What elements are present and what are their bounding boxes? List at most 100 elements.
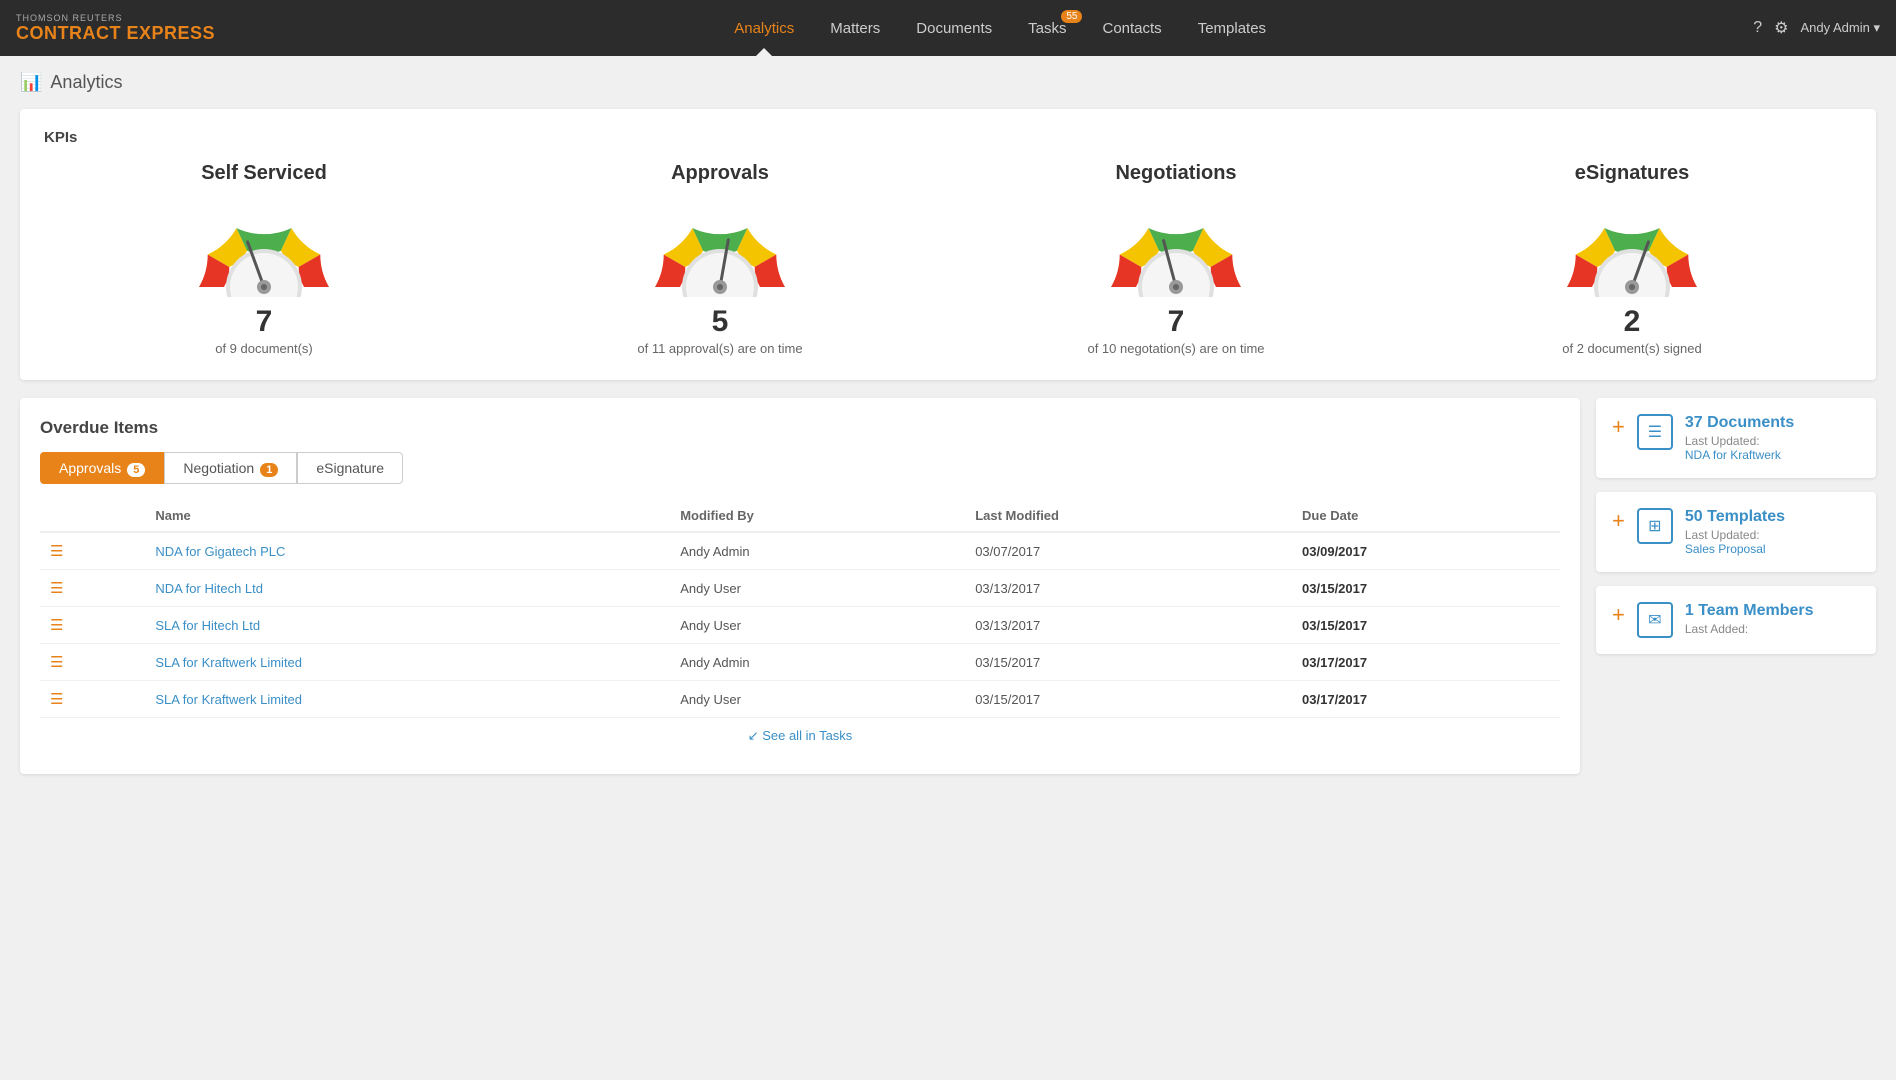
nav-link-contacts[interactable]: Contacts (1084, 0, 1179, 56)
kpi-value: 2 (1412, 305, 1852, 339)
kpi-card: KPIs Self Serviced 7 of 9 document(s) Ap… (20, 109, 1876, 380)
row-modified-by: Andy User (670, 570, 965, 607)
tab-bar: Approvals5Negotiation1eSignature (40, 452, 1560, 484)
row-last-modified: 03/13/2017 (965, 570, 1292, 607)
analytics-icon: 📊 (20, 72, 42, 93)
nav-link-templates[interactable]: Templates (1180, 0, 1284, 56)
row-icon: ☰ (40, 644, 145, 681)
kpi-value: 5 (500, 305, 940, 339)
kpi-item-2: Negotiations 7 of 10 negotation(s) are o… (956, 162, 1396, 356)
row-due-date: 03/09/2017 (1292, 532, 1560, 570)
doc-link[interactable]: SLA for Kraftwerk Limited (155, 692, 302, 707)
kpi-grid: Self Serviced 7 of 9 document(s) Approva… (44, 162, 1852, 356)
kpi-desc: of 2 document(s) signed (1412, 341, 1852, 356)
table-row: ☰ NDA for Hitech Ltd Andy User 03/13/201… (40, 570, 1560, 607)
overdue-title: Overdue Items (40, 418, 1560, 438)
page-content: 📊 Analytics KPIs Self Serviced 7 of 9 do… (0, 56, 1896, 790)
row-modified-by: Andy User (670, 607, 965, 644)
doc-link[interactable]: SLA for Kraftwerk Limited (155, 655, 302, 670)
document-icon: ☰ (50, 543, 63, 560)
sidebar-count-2[interactable]: 1 Team Members (1685, 602, 1860, 620)
overdue-card: Overdue Items Approvals5Negotiation1eSig… (20, 398, 1580, 774)
sidebar-last-link-0[interactable]: NDA for Kraftwerk (1685, 448, 1860, 462)
document-icon: ☰ (50, 691, 63, 708)
sidebar-count-0[interactable]: 37 Documents (1685, 414, 1860, 432)
table-row: ☰ SLA for Hitech Ltd Andy User 03/13/201… (40, 607, 1560, 644)
kpi-label: Negotiations (956, 162, 1396, 185)
nav-link-documents[interactable]: Documents (898, 0, 1010, 56)
kpi-desc: of 11 approval(s) are on time (500, 341, 940, 356)
gauge-wrap (44, 197, 484, 297)
row-due-date: 03/17/2017 (1292, 644, 1560, 681)
brand: THOMSON REUTERS CONTRACT EXPRESS (16, 13, 215, 44)
tab-negotiation[interactable]: Negotiation1 (164, 452, 297, 484)
col-header: Due Date (1292, 500, 1560, 532)
gauge-svg (640, 197, 800, 297)
row-name[interactable]: SLA for Kraftwerk Limited (145, 681, 670, 718)
gauge-svg (184, 197, 344, 297)
nav-right: ? ⚙ Andy Admin ▾ (1753, 18, 1880, 38)
table-row: ☰ SLA for Kraftwerk Limited Andy User 03… (40, 681, 1560, 718)
doc-link[interactable]: NDA for Hitech Ltd (155, 581, 263, 596)
help-icon[interactable]: ? (1753, 19, 1762, 37)
settings-icon[interactable]: ⚙ (1774, 18, 1788, 38)
row-name[interactable]: SLA for Kraftwerk Limited (145, 644, 670, 681)
sidebar-icon-1: ⊞ (1637, 508, 1673, 544)
see-all-link[interactable]: ↙ See all in Tasks (40, 718, 1560, 754)
nav-link-tasks[interactable]: Tasks55 (1010, 0, 1084, 56)
doc-link[interactable]: SLA for Hitech Ltd (155, 618, 260, 633)
sidebar-item-1: + ⊞ 50 Templates Last Updated: Sales Pro… (1596, 492, 1876, 572)
kpi-item-1: Approvals 5 of 11 approval(s) are on tim… (500, 162, 940, 356)
doc-link[interactable]: NDA for Gigatech PLC (155, 544, 285, 559)
row-modified-by: Andy Admin (670, 532, 965, 570)
page-title: Analytics (50, 72, 122, 93)
kpi-desc: of 10 negotation(s) are on time (956, 341, 1396, 356)
row-icon: ☰ (40, 607, 145, 644)
sidebar-last-link-1[interactable]: Sales Proposal (1685, 542, 1860, 556)
kpi-desc: of 9 document(s) (44, 341, 484, 356)
col-header: Modified By (670, 500, 965, 532)
tab-approvals[interactable]: Approvals5 (40, 452, 164, 484)
row-name[interactable]: SLA for Hitech Ltd (145, 607, 670, 644)
nav-link-matters[interactable]: Matters (812, 0, 898, 56)
gauge-svg (1552, 197, 1712, 297)
add-icon-2[interactable]: + (1612, 604, 1625, 626)
col-header: Last Modified (965, 500, 1292, 532)
row-last-modified: 03/15/2017 (965, 644, 1292, 681)
row-modified-by: Andy User (670, 681, 965, 718)
table-row: ☰ NDA for Gigatech PLC Andy Admin 03/07/… (40, 532, 1560, 570)
sidebar-item-0: + ☰ 37 Documents Last Updated: NDA for K… (1596, 398, 1876, 478)
kpi-title: KPIs (44, 129, 1852, 146)
row-name[interactable]: NDA for Gigatech PLC (145, 532, 670, 570)
sidebar-icon-2: ✉ (1637, 602, 1673, 638)
row-due-date: 03/15/2017 (1292, 570, 1560, 607)
user-menu[interactable]: Andy Admin ▾ (1800, 20, 1880, 36)
kpi-item-3: eSignatures 2 of 2 document(s) signed (1412, 162, 1852, 356)
brand-top: THOMSON REUTERS (16, 13, 215, 23)
row-icon: ☰ (40, 681, 145, 718)
row-name[interactable]: NDA for Hitech Ltd (145, 570, 670, 607)
kpi-value: 7 (44, 305, 484, 339)
nav-links: AnalyticsMattersDocumentsTasks55Contacts… (247, 0, 1753, 56)
page-header: 📊 Analytics (20, 72, 1876, 93)
sidebar-item-2: + ✉ 1 Team Members Last Added: (1596, 586, 1876, 654)
kpi-value: 7 (956, 305, 1396, 339)
sidebar-last-label-0: Last Updated: (1685, 434, 1860, 448)
sidebar-icon-0: ☰ (1637, 414, 1673, 450)
row-icon: ☰ (40, 532, 145, 570)
document-icon: ☰ (50, 580, 63, 597)
add-icon-0[interactable]: + (1612, 416, 1625, 438)
add-icon-1[interactable]: + (1612, 510, 1625, 532)
kpi-label: eSignatures (1412, 162, 1852, 185)
kpi-label: Approvals (500, 162, 940, 185)
bottom-row: Overdue Items Approvals5Negotiation1eSig… (20, 398, 1876, 774)
gauge-wrap (1412, 197, 1852, 297)
row-last-modified: 03/15/2017 (965, 681, 1292, 718)
overdue-table: NameModified ByLast ModifiedDue Date ☰ N… (40, 500, 1560, 718)
col-header (40, 500, 145, 532)
sidebar-last-label-2: Last Added: (1685, 622, 1860, 636)
nav-link-analytics[interactable]: Analytics (716, 0, 812, 56)
tab-esignature[interactable]: eSignature (297, 452, 403, 484)
sidebar-count-1[interactable]: 50 Templates (1685, 508, 1860, 526)
gauge-wrap (500, 197, 940, 297)
